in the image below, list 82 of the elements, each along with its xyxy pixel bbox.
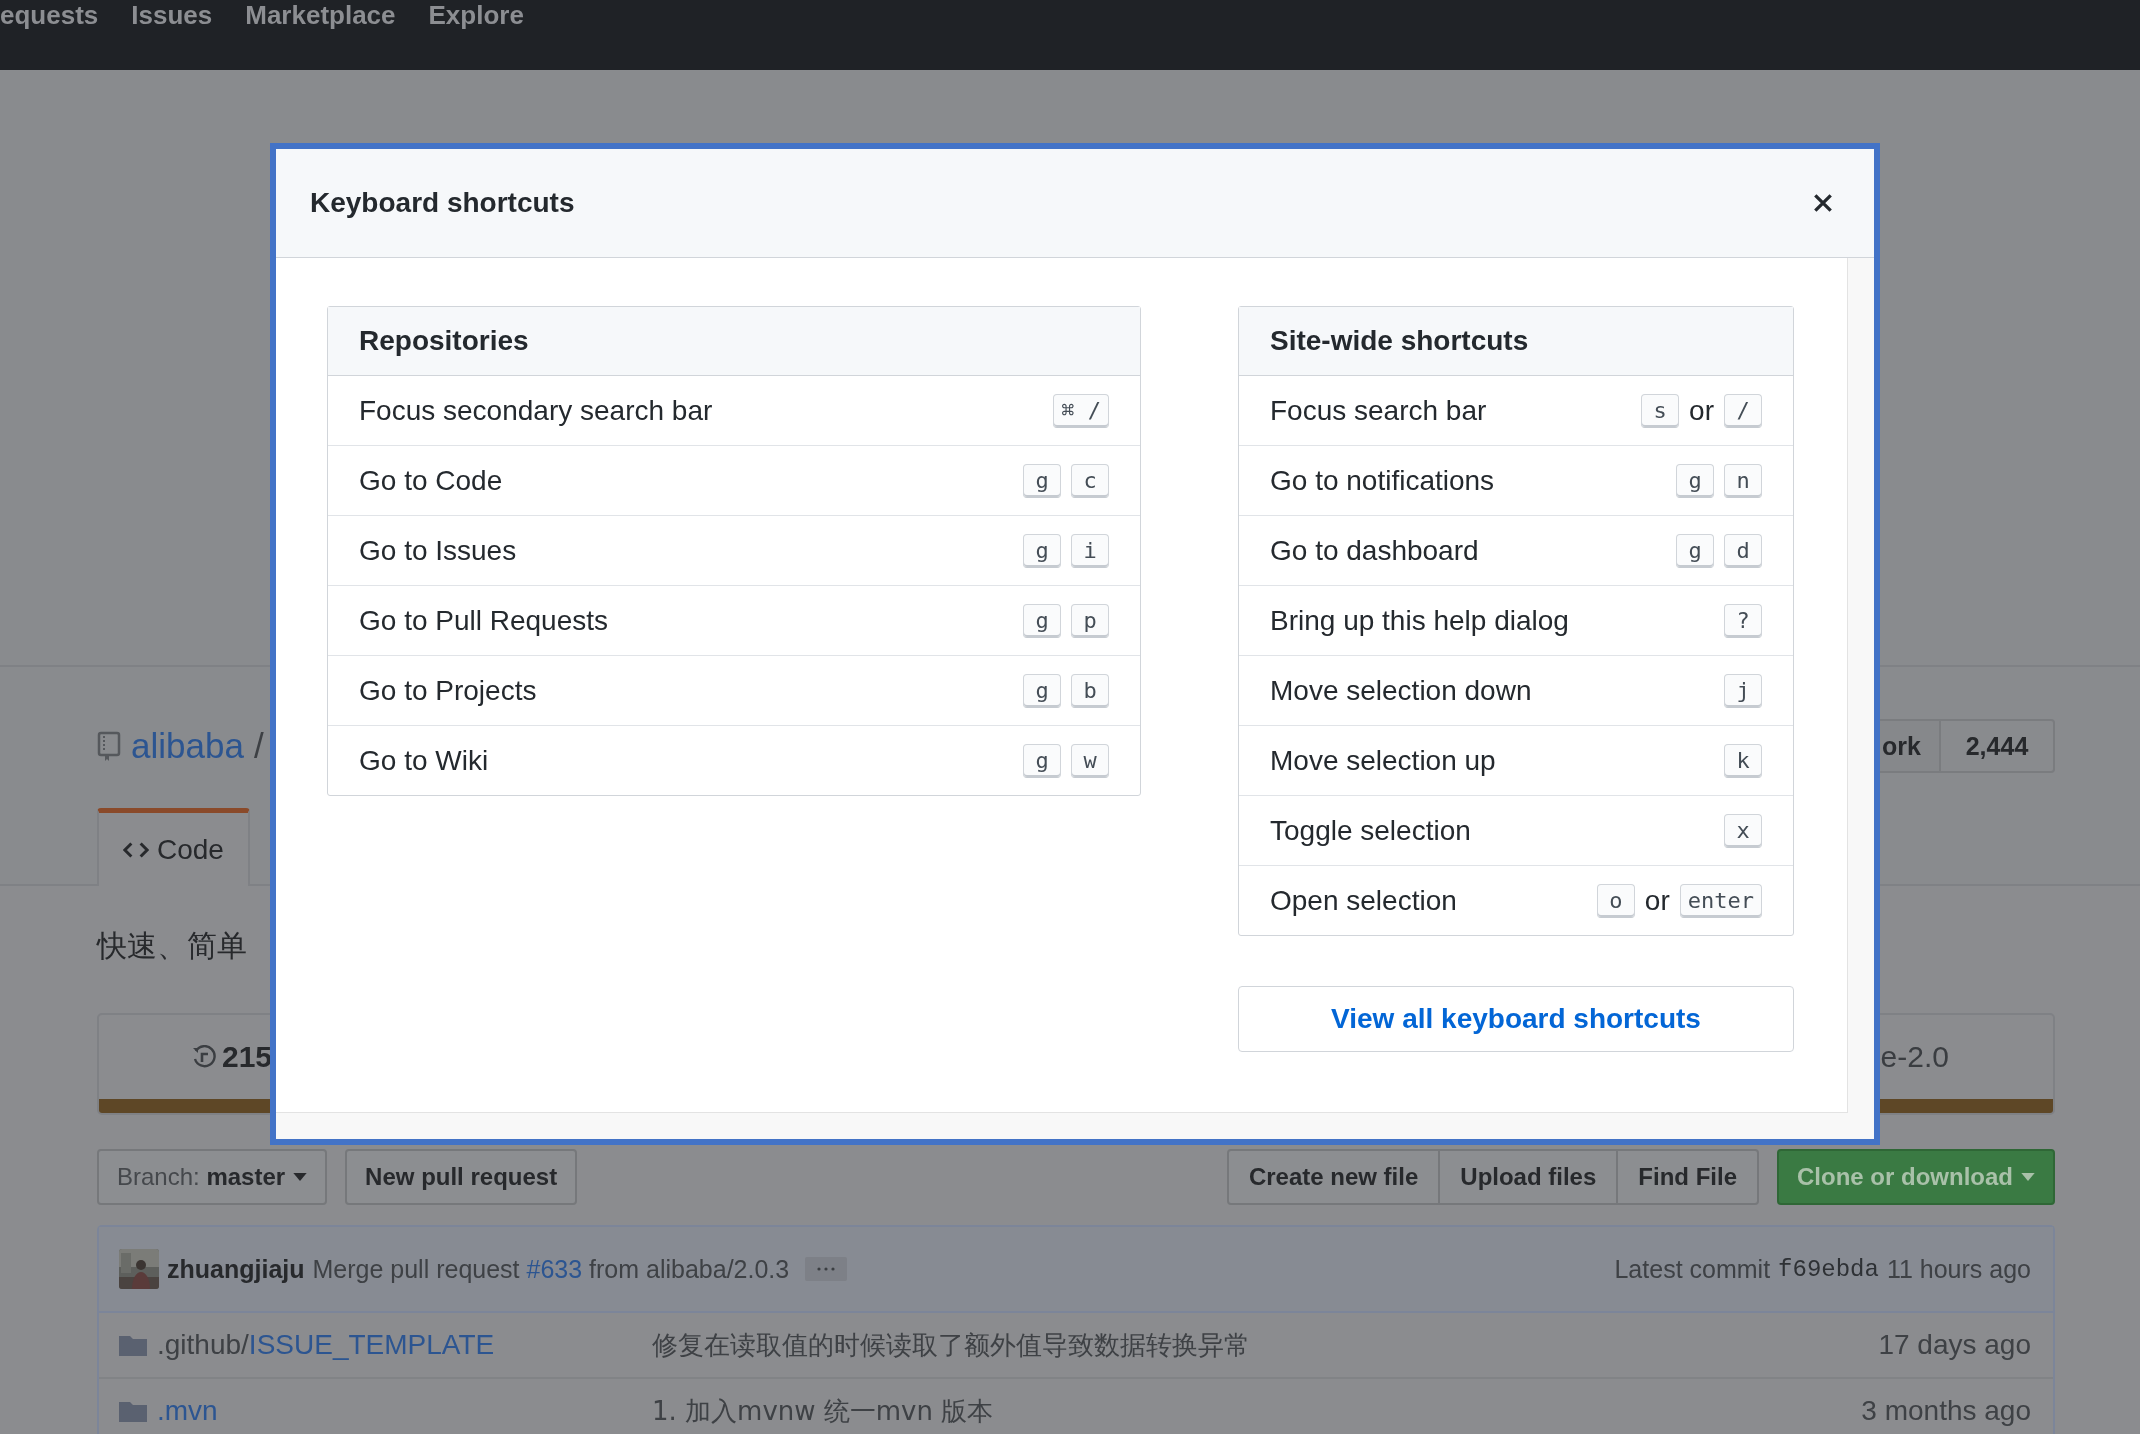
key-cap: k <box>1724 743 1762 778</box>
file-link[interactable]: .mvn <box>157 1395 218 1426</box>
shortcut-label: Focus search bar <box>1270 394 1487 427</box>
file-link[interactable]: ISSUE_TEMPLATE <box>248 1329 495 1360</box>
owner-link[interactable]: alibaba <box>131 726 244 766</box>
shortcut-label: Go to Projects <box>359 674 537 707</box>
commit-message: Merge pull request #633 from alibaba/2.0.3 <box>312 1254 790 1284</box>
key-cap: ⌘ / <box>1053 393 1109 428</box>
section-heading: Site-wide shortcuts <box>1239 307 1793 376</box>
key-cap: s <box>1641 393 1680 428</box>
shortcut-label: Toggle selection <box>1270 814 1471 847</box>
file-action-button[interactable]: Create new file <box>1226 1149 1441 1205</box>
shortcut-label: Go to Issues <box>359 534 517 567</box>
key-cap: c <box>1071 463 1109 498</box>
commit-time: 11 hours ago <box>1886 1254 2031 1284</box>
commit-age: 17 days ago <box>1878 1329 2031 1361</box>
caret-icon <box>293 1173 308 1181</box>
tab-label: Code <box>157 833 224 866</box>
key-cap: n <box>1724 463 1762 498</box>
clone-button[interactable]: Clone or download <box>1777 1149 2055 1205</box>
shortcut-label: Go to Pull Requests <box>359 604 609 637</box>
nav-link[interactable]: Marketplace <box>245 0 396 30</box>
key-cap: ? <box>1724 603 1762 638</box>
folder-icon <box>119 1400 147 1422</box>
history-icon <box>192 1045 216 1069</box>
shortcut-label: Go to Code <box>359 464 503 497</box>
book-icon <box>97 731 121 761</box>
shortcut-label: Move selection up <box>1270 744 1496 777</box>
commit-message-link[interactable]: 修复在读取值的时候读取了额外值导致数据转换异常 <box>652 1327 1879 1363</box>
key-cap: i <box>1071 533 1109 568</box>
key-cap: g <box>1023 603 1061 638</box>
shortcut-label: Open selection <box>1270 884 1457 917</box>
commit-sha[interactable]: f69ebda <box>1778 1255 1879 1283</box>
shortcut-label: Go to dashboard <box>1270 534 1479 567</box>
key-cap: enter <box>1679 883 1762 918</box>
commit-message-link[interactable]: 1. 加入mvnw 统一mvn 版本 <box>652 1393 1862 1429</box>
commit-author[interactable]: zhuangjiaju <box>167 1254 305 1284</box>
key-cap: j <box>1724 673 1762 708</box>
shortcut-label: Move selection down <box>1270 674 1532 707</box>
shortcut-label: Go to notifications <box>1270 464 1495 497</box>
key-cap: g <box>1023 673 1061 708</box>
key-cap: g <box>1676 463 1714 498</box>
shortcut-label: Go to Wiki <box>359 744 489 777</box>
repo-description: 快速、简单 <box>97 927 248 965</box>
ellipsis-icon <box>816 1267 837 1271</box>
new-pull-request-button[interactable]: New pull request <box>345 1149 578 1205</box>
shortcut-label: Bring up this help dialog <box>1270 604 1569 637</box>
folder-path: .github/ <box>157 1329 249 1360</box>
shortcut-label: Focus secondary search bar <box>359 394 713 427</box>
latest-commit-label: Latest commit <box>1614 1254 1771 1284</box>
fork-count[interactable]: 2,444 <box>1941 719 2055 773</box>
folder-icon <box>119 1334 147 1356</box>
or-word: or <box>1689 394 1714 427</box>
nav-link[interactable]: Issues <box>131 0 213 30</box>
key-cap: g <box>1023 463 1061 498</box>
key-cap: o <box>1596 883 1635 918</box>
dialog-title: Keyboard shortcuts <box>310 187 575 219</box>
branch-button[interactable]: Branch: master <box>97 1149 328 1205</box>
file-action-button[interactable]: Find File <box>1616 1149 1759 1205</box>
path-separator: / <box>253 726 264 766</box>
key-cap: x <box>1724 813 1762 848</box>
file-action-button[interactable]: Upload files <box>1438 1149 1619 1205</box>
caret-icon <box>2021 1173 2035 1181</box>
commit-age: 3 months ago <box>1861 1395 2031 1427</box>
code-tab[interactable]: Code <box>97 808 250 886</box>
commit-count[interactable]: 215 <box>222 1040 273 1074</box>
nav-link[interactable]: equests <box>0 0 99 30</box>
close-icon[interactable] <box>1812 192 1834 214</box>
nav-link[interactable]: Explore <box>428 0 524 30</box>
or-word: or <box>1644 884 1670 917</box>
key-cap: w <box>1071 743 1109 778</box>
key-cap: g <box>1676 533 1714 568</box>
view-all-shortcuts-button[interactable]: View all keyboard shortcuts <box>1238 986 1794 1052</box>
pull-request-link[interactable]: #633 <box>526 1254 583 1283</box>
section-heading: Repositories <box>328 307 1140 376</box>
key-cap: d <box>1724 533 1762 568</box>
key-cap: p <box>1071 603 1109 638</box>
key-cap: b <box>1071 673 1109 708</box>
license-label[interactable]: e-2.0 <box>1880 1040 1949 1074</box>
key-cap: g <box>1023 743 1061 778</box>
key-cap: / <box>1724 393 1762 428</box>
key-cap: g <box>1023 533 1061 568</box>
